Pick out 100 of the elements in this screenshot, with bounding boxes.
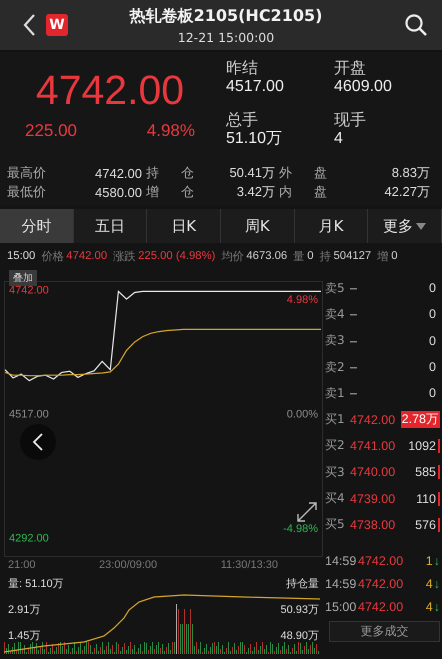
stat-value: 4580.00 [94,184,143,200]
info-label: 均价 [221,250,244,264]
stat-value: 42.27万 [383,183,431,201]
contract-title: 热轧卷板2105(HC2105) [130,6,322,26]
stat-value: 8.83万 [390,164,431,182]
trade-volume: 4 [424,577,433,592]
stat-value: 50.41万 [228,164,276,182]
field-value: 4 [334,129,344,148]
back-float-button[interactable] [20,424,56,460]
stat-label: 持仓 [146,165,194,182]
trade-price: 4742.00 [358,577,404,592]
order-price: – [350,386,358,400]
order-volume: 2.78万 [400,411,440,428]
back-icon[interactable] [22,13,36,37]
period-tab[interactable]: 分时 [0,209,74,243]
order-level-label: 卖3 [325,332,346,350]
period-tab[interactable]: 更多 [368,209,442,243]
trade-price: 4742.00 [358,554,404,568]
volume-label: 量: 51.10万 [8,577,64,591]
percent-change: 4.98% [146,121,195,141]
info-value: 504127 [334,250,372,262]
stat-value: 4742.00 [94,166,143,180]
info-label: 涨跌 [113,250,136,264]
order-level-label: 买1 [325,411,346,428]
field-label: 总手 [226,110,259,130]
info-time: 15:00 [7,250,36,262]
search-icon[interactable] [404,13,428,37]
period-tab[interactable]: 月K [294,209,368,243]
chevron-left-icon [32,433,44,451]
info-value: 225.00 (4.98%) [138,250,216,262]
trade-time: 14:59 [325,554,358,568]
percent-axis-label: -4.98% [283,523,318,536]
order-price: 4740.00 [350,465,396,480]
trade-volume: 1 [424,554,433,568]
info-value: 4742.00 [66,250,108,262]
order-price: – [350,360,358,374]
stat-value: 3.42万 [236,183,276,201]
more-trades-button[interactable]: 更多成交 [329,620,440,642]
timestamp: 12-21 15:00:00 [178,30,274,44]
order-level-label: 卖4 [325,306,346,323]
order-volume: 0 [428,307,437,322]
price-change: 225.00 [25,121,77,141]
price-axis-label: 4742.00 [9,284,49,298]
order-price: – [350,334,358,348]
order-price: 4742.00 [350,412,396,427]
volume-tick: 1.45万 [8,629,40,643]
field-value: 4609.00 [334,77,393,96]
order-price: – [350,281,358,296]
stat-label: 外盘 [279,165,327,182]
expand-icon[interactable] [296,501,318,523]
info-label: 增 [377,250,388,264]
order-level-label: 卖2 [325,358,346,376]
period-tab[interactable]: 五日 [74,209,148,243]
field-value: 51.10万 [226,129,284,148]
trade-time: 15:00 [325,600,358,614]
time-axis-label: 11:30/13:30 [220,559,278,573]
order-volume: 0 [428,386,437,400]
stat-label: 最低价 [7,184,47,201]
open-interest-tick: 48.90万 [280,629,319,643]
order-price: – [350,307,358,322]
info-value: 0 [391,250,398,262]
order-price: 4738.00 [350,518,396,532]
order-volume: 110 [415,492,437,506]
open-interest-tick: 50.93万 [280,603,319,617]
price-axis-label: 4517.00 [9,408,49,422]
stat-label: 内盘 [279,184,327,201]
period-tab[interactable]: 日K [147,209,222,243]
field-label: 昨结 [226,58,259,78]
time-axis-label: 21:00 [8,559,36,573]
order-level-label: 卖5 [325,280,346,297]
trade-price: 4742.00 [358,600,404,614]
trade-arrow: ↓ [434,577,440,592]
order-level-label: 买5 [325,516,346,534]
volume-tick: 2.91万 [8,603,40,617]
time-axis-label: 23:00/09:00 [99,559,158,573]
order-volume: 1092 [407,438,437,453]
percent-axis-label: 0.00% [286,408,318,422]
stat-label: 最高价 [7,165,47,182]
trade-volume: 4 [424,600,433,614]
period-tab[interactable]: 周K [221,209,295,243]
last-price: 4742.00 [36,70,184,111]
order-volume: 0 [428,334,437,348]
order-volume: 585 [414,465,437,480]
order-price: 4741.00 [350,438,396,453]
field-value: 4517.00 [226,77,285,96]
price-axis-label: 4292.00 [9,532,49,546]
order-level-label: 买2 [325,437,346,454]
info-value: 4673.06 [246,250,288,262]
order-level-label: 卖1 [325,384,346,402]
field-label: 现手 [334,110,367,130]
info-value: 0 [307,250,314,262]
overlay-button[interactable]: 叠加 [9,270,37,286]
order-volume: 0 [428,360,437,374]
trade-arrow: ↓ [434,554,440,568]
percent-axis-label: 4.98% [286,294,318,308]
order-volume: 576 [414,518,437,532]
order-price: 4739.00 [350,492,396,506]
order-volume: 0 [428,281,437,296]
stat-label: 增仓 [146,184,194,201]
field-label: 开盘 [334,58,367,78]
